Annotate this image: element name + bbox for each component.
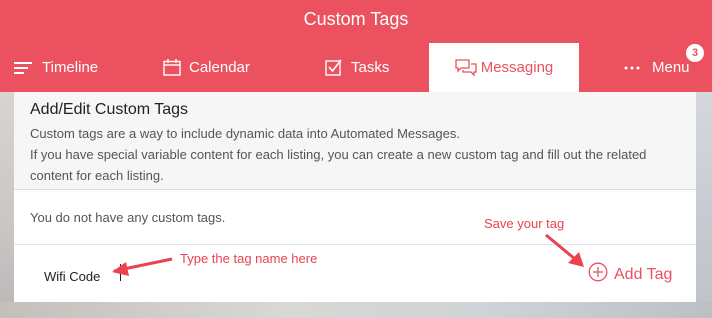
arrow-head — [112, 262, 129, 276]
annotation-arrows — [112, 233, 584, 276]
